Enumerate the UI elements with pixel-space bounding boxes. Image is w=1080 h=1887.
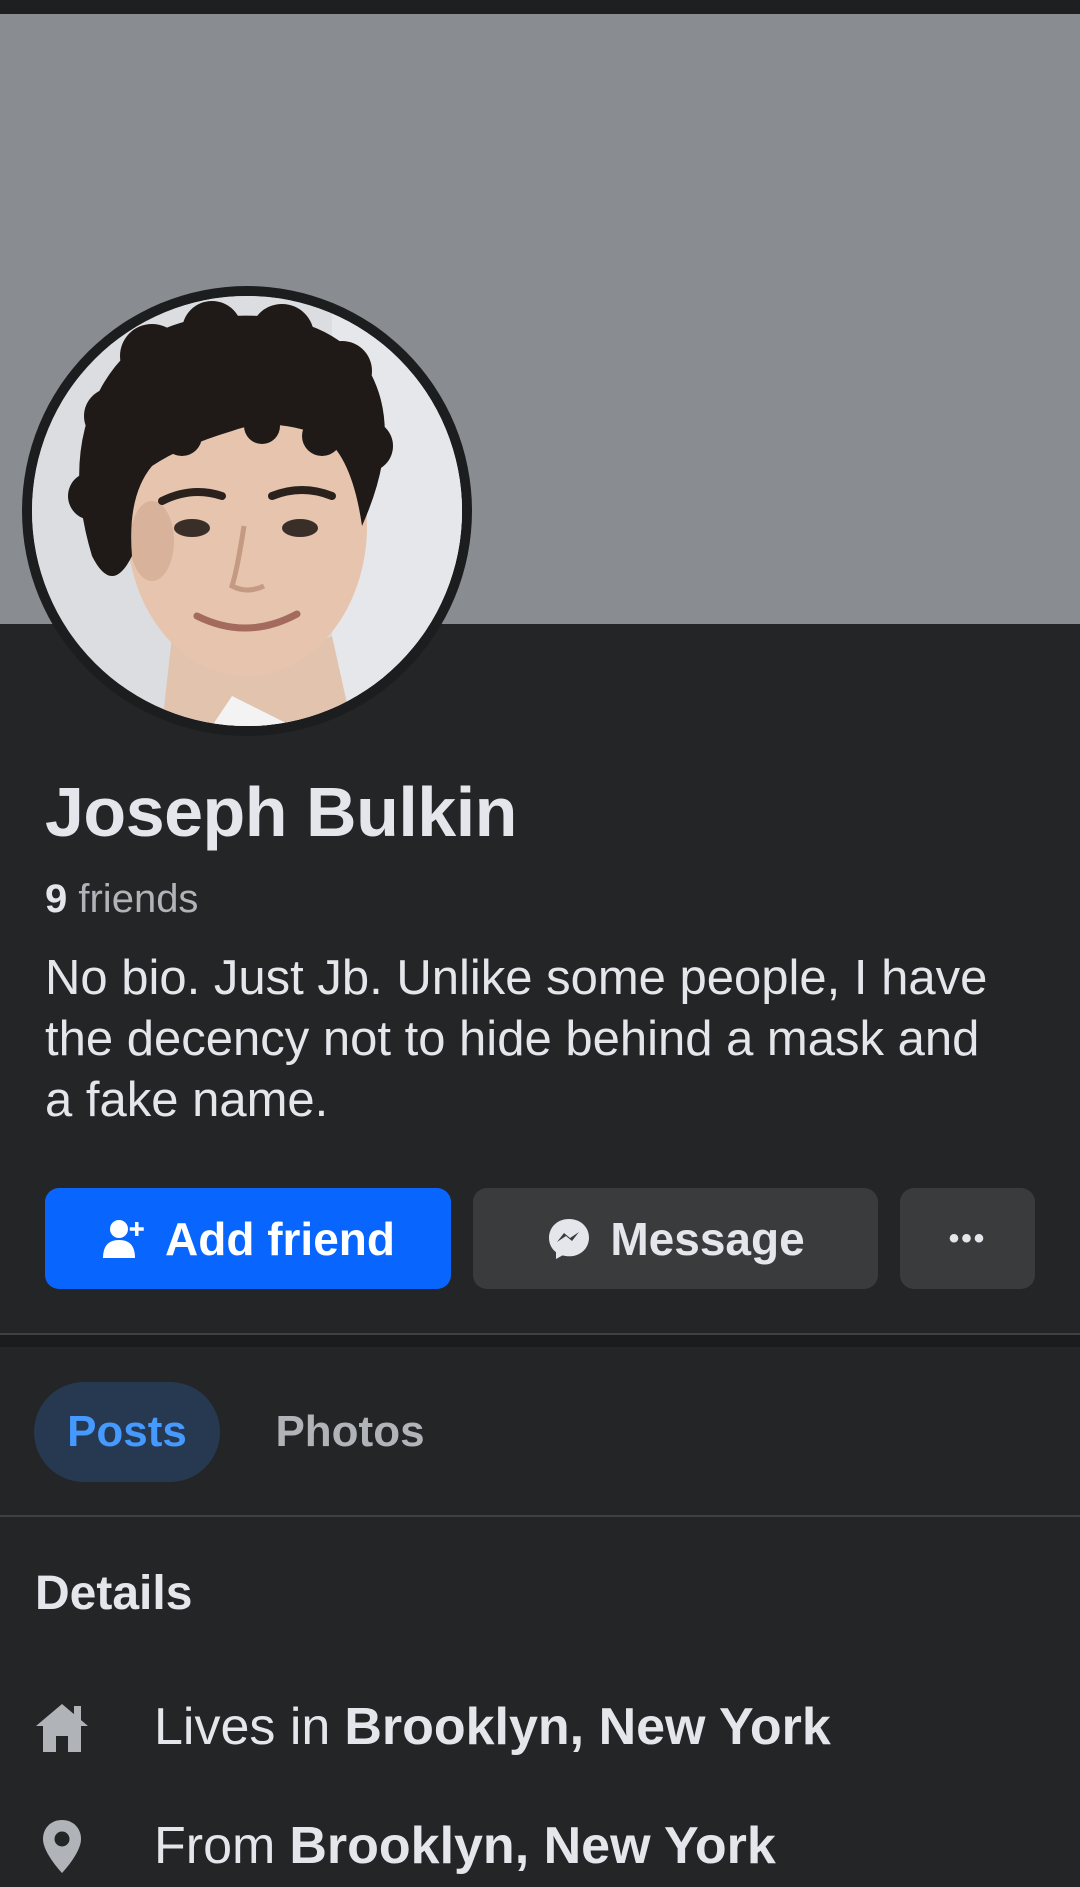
add-friend-button[interactable]: Add friend (45, 1188, 451, 1289)
status-bar (0, 0, 1080, 14)
location-pin-icon (32, 1816, 92, 1876)
message-label: Message (610, 1212, 805, 1265)
detail-lives-in-prefix: Lives in (154, 1698, 331, 1756)
home-icon (32, 1697, 92, 1757)
details-heading: Details (35, 1567, 193, 1620)
add-friend-icon (101, 1216, 147, 1262)
profile-page: Joseph Bulkin 9 friends No bio. Just Jb.… (0, 0, 1080, 1887)
friends-count[interactable]: 9 friends (45, 877, 198, 922)
friends-count-label: friends (78, 877, 199, 921)
profile-name: Joseph Bulkin (45, 773, 517, 851)
tab-photos[interactable]: Photos (255, 1382, 445, 1482)
detail-lives-in-value[interactable]: Brooklyn, New York (344, 1697, 830, 1757)
detail-from-value[interactable]: Brooklyn, New York (289, 1816, 775, 1876)
messenger-icon (546, 1216, 592, 1262)
detail-from-prefix: From (154, 1817, 276, 1875)
detail-from: From Brooklyn, New York (32, 1811, 776, 1881)
friends-count-number: 9 (45, 877, 68, 921)
more-options-button[interactable]: ••• (900, 1188, 1035, 1289)
profile-picture[interactable] (22, 286, 472, 736)
add-friend-label: Add friend (165, 1212, 395, 1265)
message-button[interactable]: Message (473, 1188, 878, 1289)
more-dots-icon: ••• (948, 1221, 987, 1255)
tabs-divider (0, 1515, 1080, 1517)
profile-bio: No bio. Just Jb. Unlike some people, I h… (45, 951, 988, 1127)
tab-posts[interactable]: Posts (34, 1382, 220, 1482)
section-gap (0, 1335, 1080, 1347)
detail-lives-in: Lives in Brooklyn, New York (32, 1692, 831, 1762)
avatar (32, 296, 462, 726)
avatar-image (32, 296, 462, 726)
